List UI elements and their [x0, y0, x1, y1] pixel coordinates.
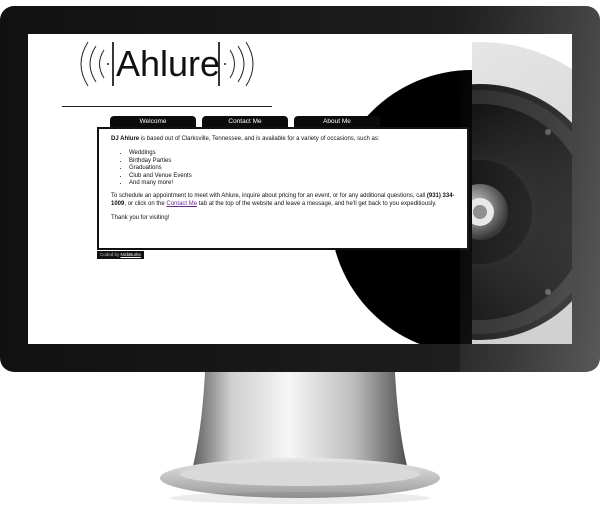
monitor-stand-icon	[160, 372, 440, 504]
